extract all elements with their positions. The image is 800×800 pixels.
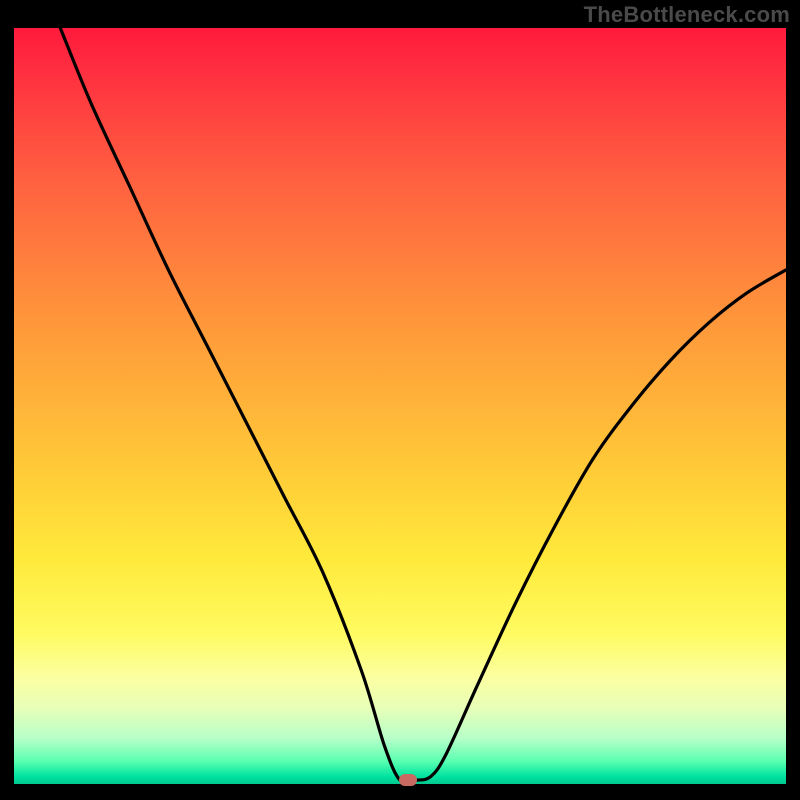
bottleneck-curve bbox=[14, 28, 786, 784]
optimum-marker bbox=[399, 774, 417, 786]
plot-area bbox=[14, 28, 786, 784]
chart-container: TheBottleneck.com bbox=[0, 0, 800, 800]
watermark-text: TheBottleneck.com bbox=[584, 2, 790, 28]
curve-path bbox=[60, 28, 786, 783]
